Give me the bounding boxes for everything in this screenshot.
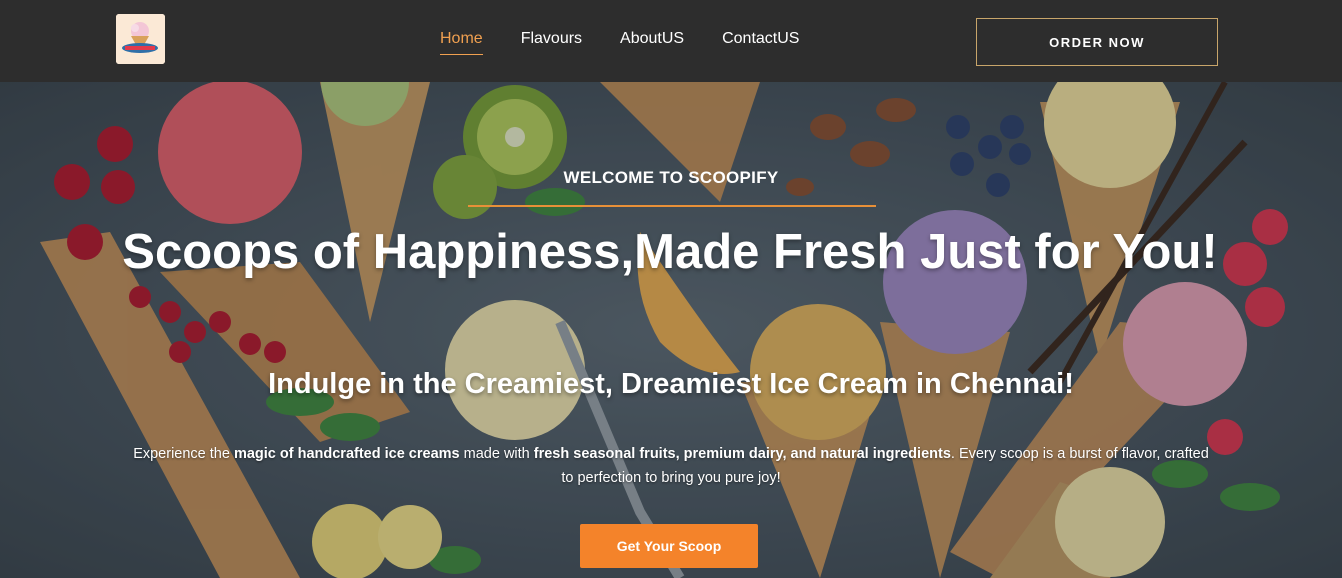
logo[interactable] <box>116 14 165 64</box>
hero-subheadline: Indulge in the Creamiest, Dreamiest Ice … <box>268 368 1074 400</box>
main-menu: Home Flavours AboutUS ContactUS <box>440 30 799 55</box>
ice-cream-logo-icon <box>116 14 165 64</box>
hero-overlay <box>0 82 1342 578</box>
description-bold: fresh seasonal fruits, premium dairy, an… <box>533 446 951 462</box>
order-now-button[interactable]: ORDER NOW <box>976 18 1218 66</box>
get-your-scoop-button[interactable]: Get Your Scoop <box>580 524 758 568</box>
welcome-text: WELCOME TO SCOOPIFY <box>563 168 779 187</box>
welcome-divider <box>468 205 876 207</box>
hero-description: Experience the magic of handcrafted ice … <box>130 442 1212 490</box>
description-text: made with <box>459 446 534 462</box>
nav-home[interactable]: Home <box>440 30 483 55</box>
hero-headline: Scoops of Happiness,Made Fresh Just for … <box>122 225 1218 279</box>
description-bold: magic of handcrafted ice creams <box>233 446 460 462</box>
top-navbar: Home Flavours AboutUS ContactUS ORDER NO… <box>0 0 1342 82</box>
nav-flavours[interactable]: Flavours <box>521 30 582 55</box>
nav-aboutus[interactable]: AboutUS <box>620 30 684 55</box>
nav-contactus[interactable]: ContactUS <box>722 30 799 55</box>
description-text: Experience the <box>133 446 234 462</box>
hero-section: WELCOME TO SCOOPIFY Scoops of Happiness,… <box>0 82 1342 578</box>
